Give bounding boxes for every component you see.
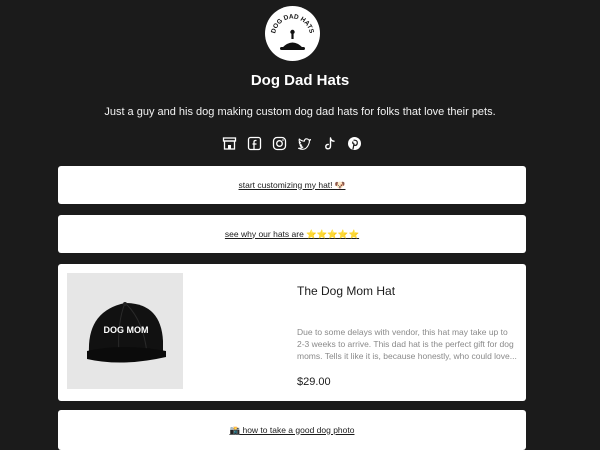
profile-name: Dog Dad Hats (250, 72, 350, 89)
product-image: DOG MOM (67, 273, 183, 389)
facebook-icon[interactable] (247, 136, 262, 151)
profile-bio: Just a guy and his dog making custom dog… (104, 106, 496, 118)
instagram-icon[interactable] (272, 136, 287, 151)
dog-photo-guide-label: 📸 how to take a good dog photo (229, 424, 355, 435)
pinterest-icon[interactable] (347, 136, 362, 151)
profile-avatar: DOG DAD HATS (265, 6, 320, 61)
start-customizing-link[interactable]: start customizing my hat! 🐶 (58, 166, 526, 204)
dog-photo-guide-link[interactable]: 📸 how to take a good dog photo (58, 410, 526, 450)
linkinbio-page: DOG DAD HATS Dog Dad Hats Just a guy and… (0, 0, 600, 450)
hat-embroidery-text: DOG MOM (104, 325, 149, 335)
why-hats-link[interactable]: see why our hats are ⭐⭐⭐⭐⭐ (58, 215, 526, 253)
start-customizing-label: start customizing my hat! 🐶 (238, 179, 346, 190)
why-hats-label: see why our hats are ⭐⭐⭐⭐⭐ (224, 228, 360, 239)
product-description: Due to some delays with vendor, this hat… (297, 327, 517, 361)
twitter-icon[interactable] (297, 136, 312, 151)
store-icon[interactable] (222, 136, 237, 151)
product-price: $29.00 (297, 376, 331, 388)
product-title: The Dog Mom Hat (297, 284, 396, 298)
social-icons (222, 136, 362, 151)
tiktok-icon[interactable] (322, 136, 337, 151)
product-card[interactable]: DOG MOM The Dog Mom Hat Due to some dela… (58, 264, 526, 401)
